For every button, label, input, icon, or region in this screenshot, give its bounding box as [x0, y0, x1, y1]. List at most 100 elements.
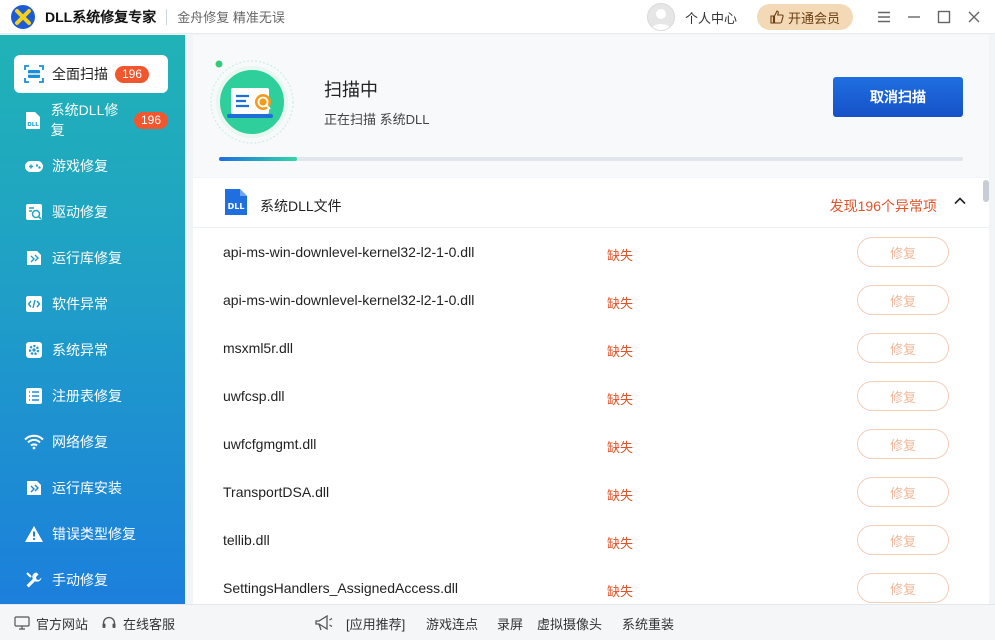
fix-button[interactable]: 修复: [857, 477, 949, 507]
scan-icon: [24, 64, 44, 84]
sidebar-item-label: 软件异常: [52, 296, 108, 312]
sidebar-item-label: 手动修复: [52, 572, 108, 588]
sidebar-item-label: 全面扫描: [52, 66, 108, 82]
app-title: DLL系统修复专家: [45, 8, 157, 25]
issue-count-badge: 196: [115, 65, 150, 83]
menu-icon[interactable]: [869, 0, 899, 34]
table-row: tellib.dll 缺失 修复: [193, 516, 983, 564]
dll-name: uwfcfgmgmt.dll: [223, 436, 317, 452]
fix-button[interactable]: 修复: [857, 525, 949, 555]
sidebar-item-system-error[interactable]: 系统异常: [14, 331, 168, 369]
sidebar-item-label: 错误类型修复: [52, 526, 136, 542]
thumbs-up-icon: [770, 10, 784, 24]
cancel-scan-button[interactable]: 取消扫描: [833, 77, 963, 117]
sidebar-item-network-repair[interactable]: 网络修复: [14, 423, 168, 461]
scanning-illustration-icon: [209, 59, 295, 145]
sidebar-item-driver-repair[interactable]: 驱动修复: [14, 193, 168, 231]
dll-file-icon: DLL: [223, 187, 249, 217]
app-logo-icon: [11, 4, 35, 29]
sidebar-item-label: 系统异常: [52, 342, 108, 358]
link-system-reinstall[interactable]: 系统重装: [622, 605, 674, 640]
scan-progress-fill: [219, 157, 298, 161]
fix-button[interactable]: 修复: [857, 333, 949, 363]
website-label: 官方网站: [36, 616, 89, 632]
dll-name: api-ms-win-downlevel-kernel32-l2-1-0.dll: [223, 292, 475, 308]
group-title: 系统DLL文件: [260, 198, 342, 214]
runtime-icon: [24, 248, 44, 268]
svg-text:DLL: DLL: [228, 202, 245, 211]
fix-button[interactable]: 修复: [857, 573, 949, 603]
headset-icon: [101, 615, 117, 631]
sidebar-item-error-type-repair[interactable]: 错误类型修复: [14, 515, 168, 553]
table-row: uwfcfgmgmt.dll 缺失 修复: [193, 420, 983, 468]
dll-name: SettingsHandlers_AssignedAccess.dll: [223, 580, 459, 596]
service-label: 在线客服: [123, 616, 176, 632]
maximize-icon[interactable]: [929, 0, 959, 34]
sidebar-item-manual-repair[interactable]: 手动修复: [14, 561, 168, 599]
online-service-link[interactable]: 在线客服: [101, 605, 175, 640]
fix-button[interactable]: 修复: [857, 429, 949, 459]
sidebar-item-runtime-repair[interactable]: 运行库修复: [14, 239, 168, 277]
sidebar-item-label: 系统DLL修复: [50, 102, 119, 138]
sidebar-item-game-repair[interactable]: 游戏修复: [14, 147, 168, 185]
warning-icon: [24, 524, 44, 544]
svg-text:DLL: DLL: [28, 122, 40, 128]
scan-status-subtitle: 正在扫描 系统DLL: [324, 112, 430, 127]
chevron-up-icon[interactable]: [953, 194, 967, 208]
sidebar: 全面扫描 196 DLL 系统DLL修复 196 游戏修复 驱动修复 运行库修复…: [0, 35, 185, 604]
fix-button[interactable]: 修复: [857, 285, 949, 315]
status-label: 缺失: [607, 392, 634, 407]
sidebar-item-registry-repair[interactable]: 注册表修复: [14, 377, 168, 415]
table-row: uwfcsp.dll 缺失 修复: [193, 372, 983, 420]
sidebar-item-runtime-install[interactable]: 运行库安装: [14, 469, 168, 507]
sidebar-item-full-scan[interactable]: 全面扫描 196: [14, 55, 168, 93]
table-row: SettingsHandlers_AssignedAccess.dll 缺失 修…: [193, 564, 983, 604]
scan-header: 扫描中 正在扫描 系统DLL 取消扫描: [193, 35, 989, 177]
sidebar-item-label: 运行库安装: [52, 480, 122, 496]
sidebar-item-label: 网络修复: [52, 434, 108, 450]
fix-button[interactable]: 修复: [857, 381, 949, 411]
status-label: 缺失: [607, 488, 634, 503]
link-virtual-camera[interactable]: 虚拟摄像头: [537, 605, 602, 640]
dll-name: uwfcsp.dll: [223, 388, 285, 404]
sidebar-item-software-error[interactable]: 软件异常: [14, 285, 168, 323]
vip-label: 开通会员: [787, 10, 840, 26]
title-bar: DLL系统修复专家 金舟修复 精准无误 个人中心 开通会员: [0, 0, 995, 34]
wifi-icon: [24, 432, 44, 452]
scrollbar-thumb[interactable]: [983, 180, 989, 202]
megaphone-icon: [314, 605, 334, 640]
status-label: 缺失: [607, 344, 634, 359]
gear-icon: [24, 340, 44, 360]
status-label: 缺失: [607, 296, 634, 311]
dll-group-header[interactable]: DLL 系统DLL文件 发现196个异常项: [193, 178, 989, 228]
fix-button[interactable]: 修复: [857, 237, 949, 267]
dll-name: TransportDSA.dll: [223, 484, 330, 500]
avatar[interactable]: [646, 3, 675, 31]
gamepad-icon: [24, 156, 44, 176]
close-icon[interactable]: [959, 0, 989, 34]
issue-count-badge: 196: [133, 111, 168, 129]
sidebar-item-label: 驱动修复: [52, 204, 108, 220]
table-row: msxml5r.dll 缺失 修复: [193, 324, 983, 372]
user-center-link[interactable]: 个人中心: [685, 8, 737, 27]
open-vip-button[interactable]: 开通会员: [757, 4, 853, 30]
link-auto-clicker[interactable]: 游戏连点: [426, 605, 478, 640]
scan-progress-bar: [219, 157, 963, 161]
minimize-icon[interactable]: [899, 0, 929, 34]
sidebar-item-label: 运行库修复: [52, 250, 122, 266]
driver-icon: [24, 202, 44, 222]
dll-name: tellib.dll: [223, 532, 270, 548]
wrench-icon: [24, 570, 44, 590]
status-label: 缺失: [607, 584, 634, 599]
scan-status-title: 扫描中: [324, 80, 378, 100]
app-recommend-label: [应用推荐]: [346, 616, 406, 632]
official-website-link[interactable]: 官方网站: [14, 605, 88, 640]
sidebar-item-label: 游戏修复: [52, 158, 108, 174]
scrollbar[interactable]: [983, 178, 989, 604]
sidebar-item-label: 注册表修复: [52, 388, 122, 404]
dll-name: msxml5r.dll: [223, 340, 294, 356]
link-screen-recorder[interactable]: 录屏: [497, 605, 523, 640]
sidebar-item-system-dll[interactable]: DLL 系统DLL修复 196: [14, 101, 168, 139]
bottom-bar: 官方网站 在线客服 [应用推荐] 游戏连点 录屏 虚拟摄像头 系统重装: [0, 604, 995, 640]
dll-name: api-ms-win-downlevel-kernel32-l2-1-0.dll: [223, 244, 475, 260]
